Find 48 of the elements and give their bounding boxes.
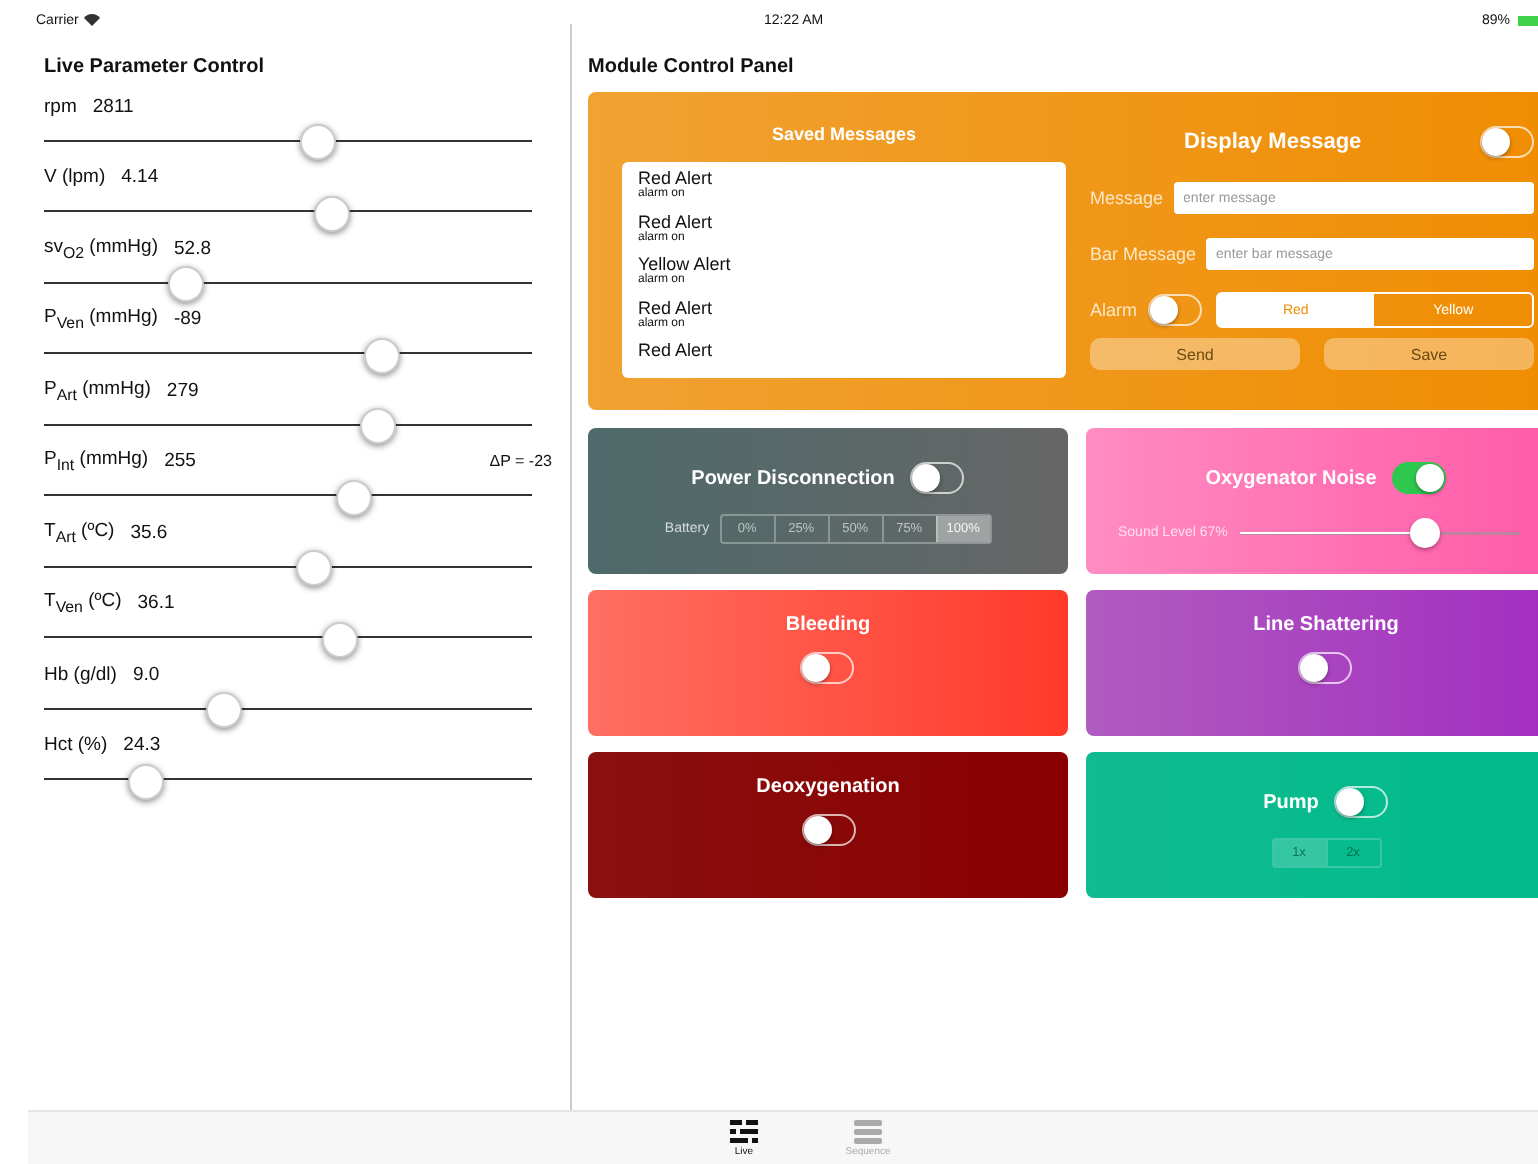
parameter-label: rpm — [44, 95, 77, 117]
parameter-value: 24.3 — [123, 734, 161, 756]
module-toggle[interactable] — [1392, 462, 1447, 494]
field-label: Message — [1090, 188, 1164, 208]
parameter-label: T$_{Ven}$ (ºC) — [44, 590, 122, 616]
message-title[interactable]: Red Alert — [638, 168, 1050, 188]
stack-icon — [854, 1119, 882, 1143]
message-title[interactable]: Red Alert — [638, 340, 1050, 360]
parameter-value: 35.6 — [130, 521, 168, 543]
parameter-value: 36.1 — [137, 592, 175, 614]
module-title: Pump — [1263, 791, 1319, 813]
parameter-label: Hct (%) — [44, 734, 108, 756]
action-button[interactable]: Send — [1090, 338, 1300, 370]
parameter-value: 279 — [166, 379, 199, 401]
panel-title: Module Control Panel — [588, 53, 796, 81]
parameter-value: 2811 — [92, 95, 134, 117]
parameter-value: -89 — [173, 308, 202, 330]
wifi-icon — [84, 14, 101, 26]
parameter-value: 255 — [164, 450, 196, 472]
module-title: Oxygenator Noise — [1205, 467, 1377, 489]
alarm-toggle[interactable] — [1147, 294, 1202, 326]
battery-icon — [1518, 15, 1538, 25]
module-title: Power Disconnection — [691, 467, 895, 489]
message-title[interactable]: Yellow Alert — [638, 254, 1050, 274]
parameter-label: T$_{Art}$ (ºC) — [44, 519, 115, 545]
field-label: Bar Message — [1090, 244, 1197, 264]
module-title: Bleeding — [785, 614, 871, 636]
parameter-value: 9.0 — [132, 663, 160, 685]
parameter-label: Hb (g/dl) — [44, 663, 117, 685]
action-button[interactable]: Save — [1324, 338, 1534, 370]
parameter-value: 4.14 — [121, 166, 159, 188]
saved-messages-title: Saved Messages — [769, 124, 919, 144]
display-message-title: Display Message — [1184, 130, 1362, 154]
parameter-label: V (lpm) — [44, 166, 106, 188]
panel-title: Live Parameter Control — [44, 53, 267, 81]
alarm-label: Alarm — [1090, 300, 1138, 320]
parameter-label: sv$_{O2}$ (mmHg) — [44, 235, 158, 261]
module-title: Line Shattering — [1253, 614, 1399, 636]
delta-reading: ΔP = -23 — [489, 452, 552, 470]
message-title[interactable]: Red Alert — [638, 297, 1050, 317]
parameter-value: 52.8 — [174, 237, 211, 259]
message-title[interactable]: Red Alert — [638, 211, 1050, 231]
module-title: Deoxygenation — [756, 776, 900, 798]
parameter-label: P$_{Int}$ (mmHg) — [44, 448, 149, 474]
display-toggle[interactable] — [1480, 126, 1534, 158]
parameter-label: P$_{Ven}$ (mmHg) — [44, 306, 158, 332]
sliders-icon — [730, 1119, 758, 1143]
parameter-label: P$_{Art}$ (mmHg) — [44, 377, 151, 403]
